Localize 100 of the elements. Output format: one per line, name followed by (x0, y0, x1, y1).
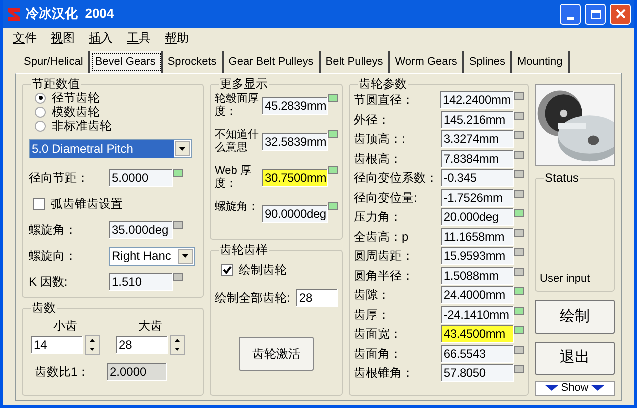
field-label: 齿根高： (354, 150, 403, 168)
value-field[interactable]: 57.8050 (440, 364, 514, 382)
action-button[interactable]: 绘制 (535, 300, 615, 334)
indicator-light[interactable] (514, 228, 524, 236)
group-title: 齿轮参数 (358, 77, 408, 91)
field-label: 节圆直径： (354, 92, 415, 109)
indicator-light[interactable] (514, 326, 524, 334)
value-field[interactable]: 2.0000 (107, 363, 167, 381)
radio-button[interactable] (35, 92, 46, 104)
value-field[interactable]: 1.510 (109, 273, 173, 291)
down-arrow-icon (545, 385, 560, 392)
dropdown[interactable]: Right Hanc (109, 246, 195, 266)
menu-item[interactable]: 帮助 (165, 28, 189, 46)
value-field[interactable]: 32.5839mm (262, 133, 328, 151)
close-button[interactable] (610, 4, 631, 24)
group-title: 节距数值 (31, 77, 81, 91)
indicator-light[interactable] (514, 170, 524, 178)
minimize-button[interactable] (560, 4, 581, 24)
indicator-light[interactable] (514, 190, 524, 198)
value-field[interactable]: 66.5543 (440, 344, 514, 362)
value-field[interactable]: 11.1658mm (440, 228, 514, 246)
indicator-light[interactable] (514, 112, 524, 120)
value-field[interactable]: 20.000deg (440, 208, 514, 226)
indicator-light[interactable] (173, 221, 183, 229)
tab[interactable]: Bevel Gears (90, 51, 163, 73)
value-field[interactable]: 28 (116, 336, 168, 354)
indicator-light[interactable] (514, 346, 524, 354)
field-label: 绘制全部齿轮: (215, 290, 292, 307)
value-field[interactable]: -1.7526mm (440, 188, 514, 206)
value-field[interactable]: 1.5088mm (440, 266, 514, 284)
checkbox[interactable] (33, 198, 45, 210)
indicator-light[interactable] (514, 268, 524, 276)
indicator-light[interactable] (514, 92, 524, 100)
value-field[interactable]: 43.4500mm (440, 325, 514, 343)
group-title: 更多显示 (219, 77, 269, 91)
value-field[interactable]: 28 (296, 289, 338, 307)
field-label: 压力角： (354, 209, 403, 226)
indicator-light[interactable] (328, 130, 338, 138)
spin-buttons[interactable] (85, 335, 100, 355)
field-label: 螺旋角： (29, 222, 78, 239)
field-label: 齿面角： (354, 346, 403, 362)
radio-button[interactable] (35, 120, 46, 132)
field-label: 螺旋角： (215, 201, 260, 214)
value-field[interactable]: 15.9593mm (440, 247, 514, 265)
field-label: 全齿高：p (354, 228, 410, 246)
indicator-light[interactable] (328, 202, 338, 210)
value-field[interactable]: 14 (31, 336, 83, 354)
value-field[interactable]: 7.8384mm (440, 150, 514, 168)
value-field[interactable]: 24.4000mm (440, 286, 514, 304)
indicator-light[interactable] (514, 365, 524, 373)
menu-item[interactable]: 视图 (51, 28, 75, 46)
indicator-light[interactable] (514, 287, 524, 295)
action-button[interactable]: 退出 (535, 342, 615, 375)
field-label: 圆周齿距： (354, 248, 415, 265)
checkbox[interactable] (221, 264, 233, 276)
field-label: 齿根锥角： (354, 365, 415, 382)
radio-button[interactable] (35, 106, 46, 118)
radio-label: 模数齿轮 (52, 104, 100, 120)
indicator-light[interactable] (173, 169, 183, 177)
value-field[interactable]: 142.2400mm (440, 91, 514, 109)
field-label: 径向变位系数： (354, 170, 439, 187)
field-label: Web 厚度： (215, 165, 252, 191)
radio-label: 非标准齿轮 (52, 118, 112, 135)
value-field[interactable]: 45.2839mm (262, 97, 328, 115)
value-field[interactable]: 90.0000deg (262, 205, 328, 223)
field-label: 大齿 (138, 318, 162, 335)
field-label: 圆角半径： (354, 268, 415, 284)
spin-buttons[interactable] (170, 335, 185, 355)
indicator-light[interactable] (514, 209, 524, 217)
menu-item[interactable]: 插入 (89, 28, 113, 46)
value-field[interactable]: 3.3274mm (440, 130, 514, 148)
field-label: 径向节距： (29, 170, 90, 187)
indicator-light[interactable] (328, 94, 338, 102)
maximize-button[interactable] (585, 4, 606, 24)
window-title: 冷冰汉化 2004 (26, 5, 114, 24)
checkbox-label: 弧齿锥齿设置 (51, 196, 123, 213)
radio-label: 径节齿轮 (52, 90, 100, 106)
value-field[interactable]: 35.000deg (109, 221, 173, 239)
field-label: K 因数: (29, 274, 69, 291)
group-title: Status (544, 171, 580, 186)
value-field[interactable]: 5.0000 (109, 169, 173, 187)
indicator-light[interactable] (514, 131, 524, 139)
indicator-light[interactable] (514, 248, 524, 256)
indicator-light[interactable] (514, 150, 524, 158)
menu-item[interactable]: 文件 (13, 28, 37, 46)
checkbox-label: 绘制齿轮 (239, 262, 287, 279)
show-button[interactable]: Show (535, 380, 615, 396)
field-label: 齿隙： (354, 287, 391, 304)
value-field[interactable]: -24.1410mm (440, 306, 514, 324)
down-arrow-icon (590, 385, 605, 392)
group-title: 齿轮齿样 (219, 243, 269, 257)
menu-item[interactable]: 工具 (127, 28, 151, 46)
indicator-light[interactable] (328, 166, 338, 174)
indicator-light[interactable] (173, 273, 183, 281)
indicator-light[interactable] (514, 306, 524, 314)
value-field[interactable]: -0.345 (440, 169, 514, 187)
activate-button[interactable]: 齿轮激活 (239, 337, 314, 371)
value-field[interactable]: 30.7500mm (262, 169, 328, 187)
dropdown[interactable]: 5.0 Diametral Pitch (29, 139, 192, 158)
value-field[interactable]: 145.216mm (440, 110, 514, 128)
